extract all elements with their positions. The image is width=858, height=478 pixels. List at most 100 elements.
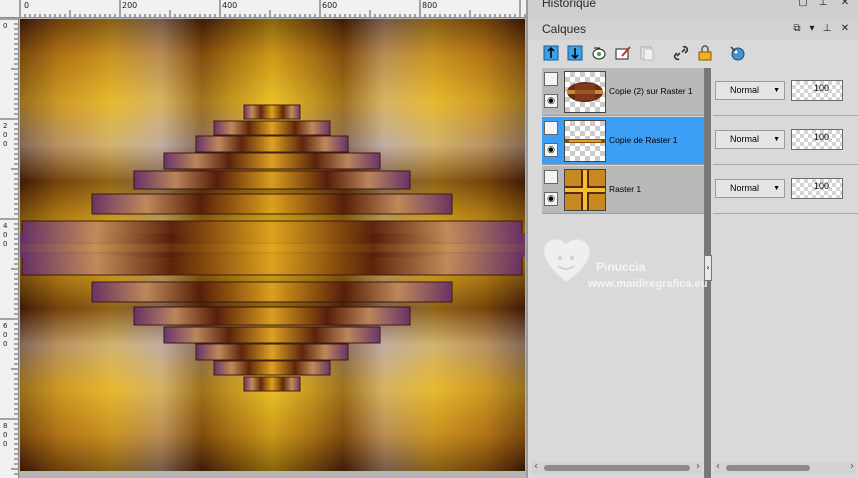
ruler-label-0: 0 xyxy=(24,1,30,10)
vertical-ruler: 0 2 0 0 4 0 0 6 0 0 8 0 0 xyxy=(0,18,19,478)
opacity-field[interactable]: 100 xyxy=(791,129,843,150)
group-layer-icon[interactable] xyxy=(588,42,610,64)
artwork-image[interactable] xyxy=(20,19,525,471)
layers-panel: Historique ▢ ⊥ ✕ Calques ⧉ ▾ ⊥ ✕ ◉ Copie… xyxy=(526,0,858,478)
artwork-bar xyxy=(243,104,301,120)
dropdown-arrow-icon: ▼ xyxy=(773,87,780,94)
new-vector-layer-icon[interactable] xyxy=(564,42,586,64)
scroll-thumb[interactable] xyxy=(544,465,690,471)
opacity-value: 100 xyxy=(814,83,830,93)
mask-layer-icon[interactable] xyxy=(612,42,634,64)
layer-type-icon xyxy=(544,121,558,135)
blend-mode-select[interactable]: Normal ▼ xyxy=(715,81,785,100)
ruler-label-200: 200 xyxy=(122,1,138,10)
image-canvas-area: 0 200 400 600 800 0 2 0 0 4 0 0 6 0 0 8 … xyxy=(0,0,526,478)
scroll-right-icon[interactable]: › xyxy=(696,461,700,472)
blend-mode-select[interactable]: Normal ▼ xyxy=(715,179,785,198)
scroll-left-icon[interactable]: ‹ xyxy=(534,461,538,472)
artwork-bar xyxy=(163,152,381,170)
blend-mode-value: Normal xyxy=(730,183,760,193)
vruler-label-200-a: 2 xyxy=(3,122,8,130)
vruler-label-0: 0 xyxy=(3,22,8,30)
vruler-label-200-b: 0 xyxy=(3,131,8,139)
scroll-right-icon[interactable]: › xyxy=(850,461,854,472)
layer-props-row: Normal ▼ 100 xyxy=(713,166,858,214)
blend-mode-value: Normal xyxy=(730,85,760,95)
horizontal-ruler-ticks xyxy=(19,0,526,17)
layer-list: ◉ Copie (2) sur Raster 1 ◉ Copie de Rast… xyxy=(542,68,704,216)
link-icon[interactable] xyxy=(670,42,692,64)
ruler-label-600: 600 xyxy=(322,1,338,10)
vruler-label-400-c: 0 xyxy=(3,240,8,248)
artwork-bar xyxy=(243,376,301,392)
artwork-bar xyxy=(195,343,349,361)
layer-list-hscrollbar[interactable]: ‹ › xyxy=(532,461,702,474)
artwork-bar xyxy=(133,306,411,326)
vruler-label-200-c: 0 xyxy=(3,140,8,148)
scroll-left-icon[interactable]: ‹ xyxy=(716,461,720,472)
ruler-label-400: 400 xyxy=(222,1,238,10)
vruler-label-400-b: 0 xyxy=(3,231,8,239)
artwork-bar xyxy=(91,281,453,303)
layers-panel-header[interactable]: Calques ⧉ ▾ ⊥ ✕ xyxy=(528,18,858,40)
duplicate-layer-icon[interactable] xyxy=(636,42,658,64)
artwork-center-band xyxy=(20,233,525,257)
opacity-value: 100 xyxy=(814,181,830,191)
visibility-eye-icon[interactable]: ◉ xyxy=(544,94,558,108)
restore-icon[interactable]: ▢ xyxy=(796,0,810,8)
opacity-field[interactable]: 100 xyxy=(791,80,843,101)
vruler-label-400-a: 4 xyxy=(3,222,8,230)
pin-icon[interactable]: ⊥ xyxy=(820,23,834,34)
pin-icon[interactable]: ⊥ xyxy=(816,0,830,8)
artwork-bar xyxy=(195,135,349,153)
lock-icon[interactable] xyxy=(694,42,716,64)
vruler-label-600-c: 0 xyxy=(3,340,8,348)
layers-title: Calques xyxy=(542,22,587,36)
vruler-label-800-a: 8 xyxy=(3,422,8,430)
vruler-label-800-b: 0 xyxy=(3,431,8,439)
vertical-ruler-ticks xyxy=(0,18,18,475)
layer-thumbnail xyxy=(564,120,606,162)
artwork-bar xyxy=(133,170,411,190)
blend-mode-select[interactable]: Normal ▼ xyxy=(715,130,785,149)
chevron-down-icon[interactable]: ▾ xyxy=(805,23,819,34)
dropdown-arrow-icon: ▼ xyxy=(773,136,780,143)
layer-type-icon xyxy=(544,72,558,86)
layer-name: Raster 1 xyxy=(609,184,642,194)
layers-toolbar xyxy=(540,42,840,66)
properties-hscrollbar[interactable]: ‹ › xyxy=(714,461,856,474)
artwork-bar xyxy=(91,193,453,215)
artwork-bar xyxy=(163,326,381,344)
layer-name: Copie (2) sur Raster 1 xyxy=(609,86,693,96)
vruler-label-600-a: 6 xyxy=(3,322,8,330)
layer-row-copie-2[interactable]: ◉ Copie (2) sur Raster 1 xyxy=(542,68,704,116)
opacity-field[interactable]: 100 xyxy=(791,178,843,199)
vruler-label-600-b: 0 xyxy=(3,331,8,339)
visibility-eye-icon[interactable]: ◉ xyxy=(544,143,558,157)
float-window-icon[interactable]: ⧉ xyxy=(790,23,804,34)
scroll-thumb[interactable] xyxy=(726,465,810,471)
layer-thumbnail xyxy=(564,71,606,113)
dropdown-arrow-icon: ▼ xyxy=(773,185,780,192)
layer-row-copie-de-raster-1[interactable]: ◉ Copie de Raster 1 xyxy=(542,117,704,165)
close-icon[interactable]: ✕ xyxy=(838,0,852,8)
close-icon[interactable]: ✕ xyxy=(838,23,852,34)
layer-row-raster-1[interactable]: ◉ Raster 1 xyxy=(542,166,704,214)
layer-type-icon xyxy=(544,170,558,184)
layer-props-row: Normal ▼ 100 xyxy=(713,117,858,165)
vruler-label-800-c: 0 xyxy=(3,440,8,448)
horizontal-ruler: 0 200 400 600 800 xyxy=(0,0,526,18)
blend-mode-value: Normal xyxy=(730,134,760,144)
ruler-label-800: 800 xyxy=(422,1,438,10)
new-raster-layer-icon[interactable] xyxy=(540,42,562,64)
opacity-value: 100 xyxy=(814,132,830,142)
visibility-eye-icon[interactable]: ◉ xyxy=(544,192,558,206)
layer-thumbnail xyxy=(564,169,606,211)
history-title: Historique xyxy=(542,0,597,10)
layer-props-row: Normal ▼ 100 xyxy=(713,68,858,116)
history-panel-header[interactable]: Historique ▢ ⊥ ✕ xyxy=(528,0,858,20)
palette-icon[interactable] xyxy=(726,42,748,64)
layer-name: Copie de Raster 1 xyxy=(609,135,678,145)
watermark-name: Pinuccia xyxy=(596,260,646,274)
artwork-bar xyxy=(213,120,331,136)
